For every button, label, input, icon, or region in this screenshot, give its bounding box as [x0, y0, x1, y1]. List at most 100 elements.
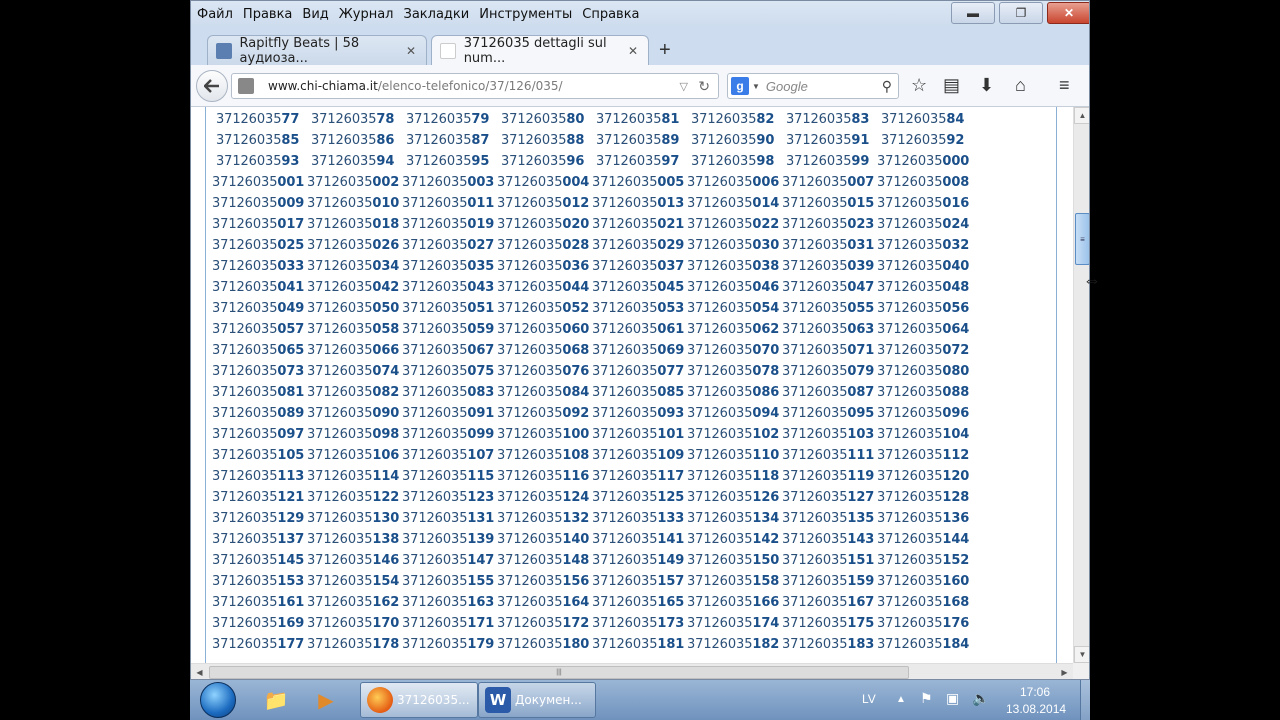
phone-number-link[interactable]: 37126035075: [402, 364, 497, 379]
phone-number-link[interactable]: 37126035018: [307, 217, 402, 232]
phone-number-link[interactable]: 37126035172: [497, 616, 592, 631]
phone-number-link[interactable]: 37126035010: [307, 196, 402, 211]
phone-number-link[interactable]: 37126035082: [307, 385, 402, 400]
phone-number-link[interactable]: 37126035050: [307, 301, 402, 316]
phone-number-link[interactable]: 37126035051: [402, 301, 497, 316]
url-dropdown-icon[interactable]: ▽: [680, 80, 688, 93]
phone-number-link[interactable]: 3712603589: [592, 133, 687, 148]
phone-number-link[interactable]: 37126035164: [497, 595, 592, 610]
phone-number-link[interactable]: 37126035113: [212, 469, 307, 484]
phone-number-link[interactable]: 3712603585: [212, 133, 307, 148]
phone-number-link[interactable]: 37126035009: [212, 196, 307, 211]
menu-bookmarks[interactable]: Закладки: [404, 7, 470, 22]
phone-number-link[interactable]: 37126035152: [877, 553, 972, 568]
phone-number-link[interactable]: 37126035031: [782, 238, 877, 253]
phone-number-link[interactable]: 37126035115: [402, 469, 497, 484]
phone-number-link[interactable]: 37126035162: [307, 595, 402, 610]
phone-number-link[interactable]: 37126035030: [687, 238, 782, 253]
phone-number-link[interactable]: 37126035173: [592, 616, 687, 631]
phone-number-link[interactable]: 37126035124: [497, 490, 592, 505]
phone-number-link[interactable]: 37126035145: [212, 553, 307, 568]
phone-number-link[interactable]: 37126035073: [212, 364, 307, 379]
phone-number-link[interactable]: 37126035097: [212, 427, 307, 442]
search-icon[interactable]: ⚲: [882, 78, 892, 95]
phone-number-link[interactable]: 37126035001: [212, 175, 307, 190]
phone-number-link[interactable]: 37126035150: [687, 553, 782, 568]
phone-number-link[interactable]: 37126035039: [782, 259, 877, 274]
phone-number-link[interactable]: 37126035109: [592, 448, 687, 463]
phone-number-link[interactable]: 37126035111: [782, 448, 877, 463]
phone-number-link[interactable]: 37126035127: [782, 490, 877, 505]
clock-time[interactable]: 17:06: [1020, 685, 1050, 699]
menu-help[interactable]: Справка: [582, 7, 639, 22]
phone-number-link[interactable]: 37126035020: [497, 217, 592, 232]
clock-date[interactable]: 13.08.2014: [1006, 702, 1066, 716]
phone-number-link[interactable]: 37126035125: [592, 490, 687, 505]
phone-number-link[interactable]: 37126035074: [307, 364, 402, 379]
phone-number-link[interactable]: 37126035105: [212, 448, 307, 463]
scroll-right-icon[interactable]: ▶: [1056, 664, 1073, 679]
phone-number-link[interactable]: 37126035024: [877, 217, 972, 232]
phone-number-link[interactable]: 37126035154: [307, 574, 402, 589]
phone-number-link[interactable]: 3712603599: [782, 154, 877, 169]
phone-number-link[interactable]: 37126035118: [687, 469, 782, 484]
phone-number-link[interactable]: 37126035122: [307, 490, 402, 505]
phone-number-link[interactable]: 37126035027: [402, 238, 497, 253]
phone-number-link[interactable]: 37126035178: [307, 637, 402, 652]
phone-number-link[interactable]: 37126035078: [687, 364, 782, 379]
phone-number-link[interactable]: 3712603587: [402, 133, 497, 148]
phone-number-link[interactable]: 37126035107: [402, 448, 497, 463]
phone-number-link[interactable]: 37126035177: [212, 637, 307, 652]
menu-view[interactable]: Вид: [302, 7, 328, 22]
phone-number-link[interactable]: 37126035084: [497, 385, 592, 400]
phone-number-link[interactable]: 37126035092: [497, 406, 592, 421]
phone-number-link[interactable]: 37126035108: [497, 448, 592, 463]
phone-number-link[interactable]: 37126035017: [212, 217, 307, 232]
phone-number-link[interactable]: 37126035052: [497, 301, 592, 316]
phone-number-link[interactable]: 37126035100: [497, 427, 592, 442]
search-bar[interactable]: g ▼ Google ⚲: [727, 73, 899, 99]
phone-number-link[interactable]: 37126035055: [782, 301, 877, 316]
phone-number-link[interactable]: 37126035169: [212, 616, 307, 631]
phone-number-link[interactable]: 37126035148: [497, 553, 592, 568]
phone-number-link[interactable]: 37126035047: [782, 280, 877, 295]
phone-number-link[interactable]: 37126035070: [687, 343, 782, 358]
phone-number-link[interactable]: 3712603592: [877, 133, 972, 148]
phone-number-link[interactable]: 37126035170: [307, 616, 402, 631]
phone-number-link[interactable]: 37126035095: [782, 406, 877, 421]
network-icon[interactable]: ▣: [946, 690, 959, 707]
phone-number-link[interactable]: 3712603580: [497, 112, 592, 127]
phone-number-link[interactable]: 37126035062: [687, 322, 782, 337]
phone-number-link[interactable]: 37126035003: [402, 175, 497, 190]
phone-number-link[interactable]: 37126035156: [497, 574, 592, 589]
phone-number-link[interactable]: 37126035139: [402, 532, 497, 547]
phone-number-link[interactable]: 37126035046: [687, 280, 782, 295]
phone-number-link[interactable]: 37126035033: [212, 259, 307, 274]
engine-dropdown-icon[interactable]: ▼: [752, 82, 760, 91]
phone-number-link[interactable]: 37126035128: [877, 490, 972, 505]
phone-number-link[interactable]: 37126035088: [877, 385, 972, 400]
tab-close-icon[interactable]: ✕: [406, 44, 416, 58]
phone-number-link[interactable]: 37126035132: [497, 511, 592, 526]
phone-number-link[interactable]: 37126035013: [592, 196, 687, 211]
phone-number-link[interactable]: 37126035081: [212, 385, 307, 400]
phone-number-link[interactable]: 3712603591: [782, 133, 877, 148]
back-arrow-icon[interactable]: [196, 70, 228, 102]
reload-icon[interactable]: ↻: [698, 78, 710, 95]
phone-number-link[interactable]: 3712603588: [497, 133, 592, 148]
phone-number-link[interactable]: 37126035101: [592, 427, 687, 442]
phone-number-link[interactable]: 37126035166: [687, 595, 782, 610]
phone-number-link[interactable]: 37126035015: [782, 196, 877, 211]
phone-number-link[interactable]: 37126035157: [592, 574, 687, 589]
phone-number-link[interactable]: 37126035114: [307, 469, 402, 484]
phone-number-link[interactable]: 37126035102: [687, 427, 782, 442]
phone-number-link[interactable]: 37126035006: [687, 175, 782, 190]
menu-history[interactable]: Журнал: [339, 7, 394, 22]
phone-number-link[interactable]: 37126035011: [402, 196, 497, 211]
phone-number-link[interactable]: 37126035045: [592, 280, 687, 295]
phone-number-link[interactable]: 37126035180: [497, 637, 592, 652]
scroll-up-icon[interactable]: ▲: [1074, 107, 1089, 124]
url-text[interactable]: www.chi-chiama.it/elenco-telefonico/37/1…: [268, 79, 563, 93]
phone-number-link[interactable]: 37126035140: [497, 532, 592, 547]
phone-number-link[interactable]: 37126035085: [592, 385, 687, 400]
